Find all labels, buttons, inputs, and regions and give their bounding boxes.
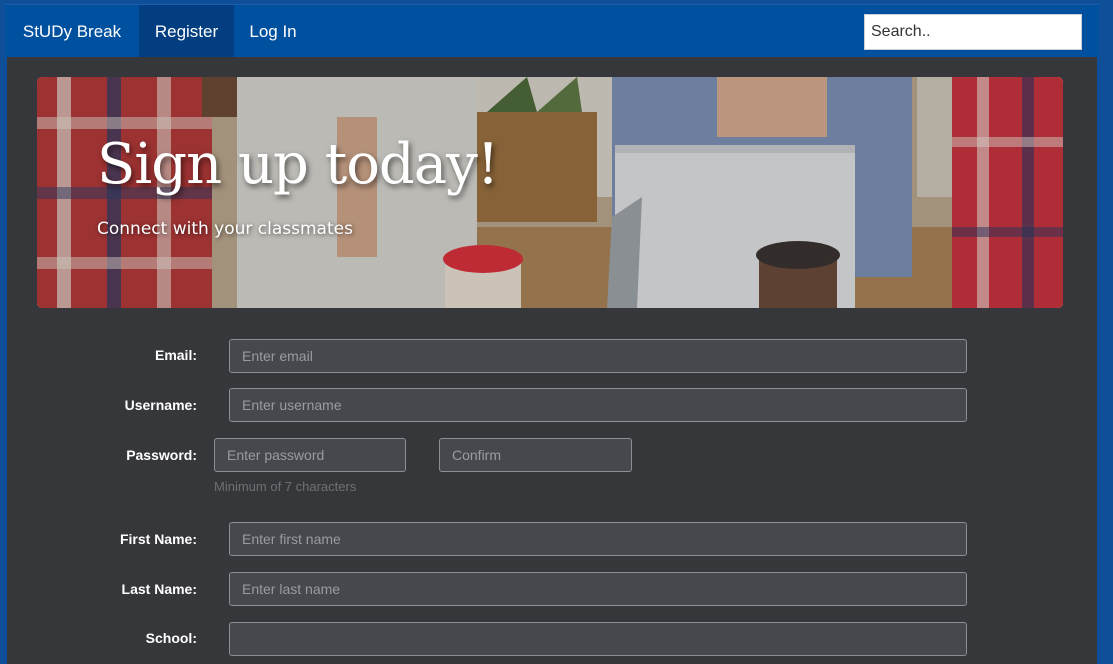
nav-register[interactable]: Register: [139, 5, 234, 58]
nav-login[interactable]: Log In: [234, 5, 312, 58]
last-name-label: Last Name:: [121, 581, 197, 597]
hero-title: Sign up today!: [97, 132, 499, 197]
hero-banner: Sign up today! Connect with your classma…: [37, 77, 1063, 308]
hero-subtitle: Connect with your classmates: [97, 219, 353, 239]
password-field[interactable]: [214, 438, 406, 472]
username-field[interactable]: [229, 388, 967, 422]
first-name-field[interactable]: [229, 522, 967, 556]
email-label: Email:: [154, 347, 197, 363]
navbar: StUDy Break Register Log In: [5, 4, 1099, 58]
brand-link[interactable]: StUDy Break: [5, 5, 139, 58]
first-name-label: First Name:: [119, 531, 197, 547]
main-panel: Sign up today! Connect with your classma…: [7, 57, 1097, 664]
password-help-text: Minimum of 7 characters: [214, 479, 357, 494]
password-label: Password:: [126, 447, 197, 463]
search-input[interactable]: [864, 14, 1082, 50]
school-field[interactable]: [229, 622, 967, 656]
confirm-password-field[interactable]: [439, 438, 632, 472]
last-name-field[interactable]: [229, 572, 967, 606]
school-label: School:: [145, 630, 197, 646]
username-label: Username:: [124, 397, 197, 413]
email-field[interactable]: [229, 339, 967, 373]
browser-frame: StUDy Break Register Log In Search.. Sig…: [0, 0, 1113, 664]
